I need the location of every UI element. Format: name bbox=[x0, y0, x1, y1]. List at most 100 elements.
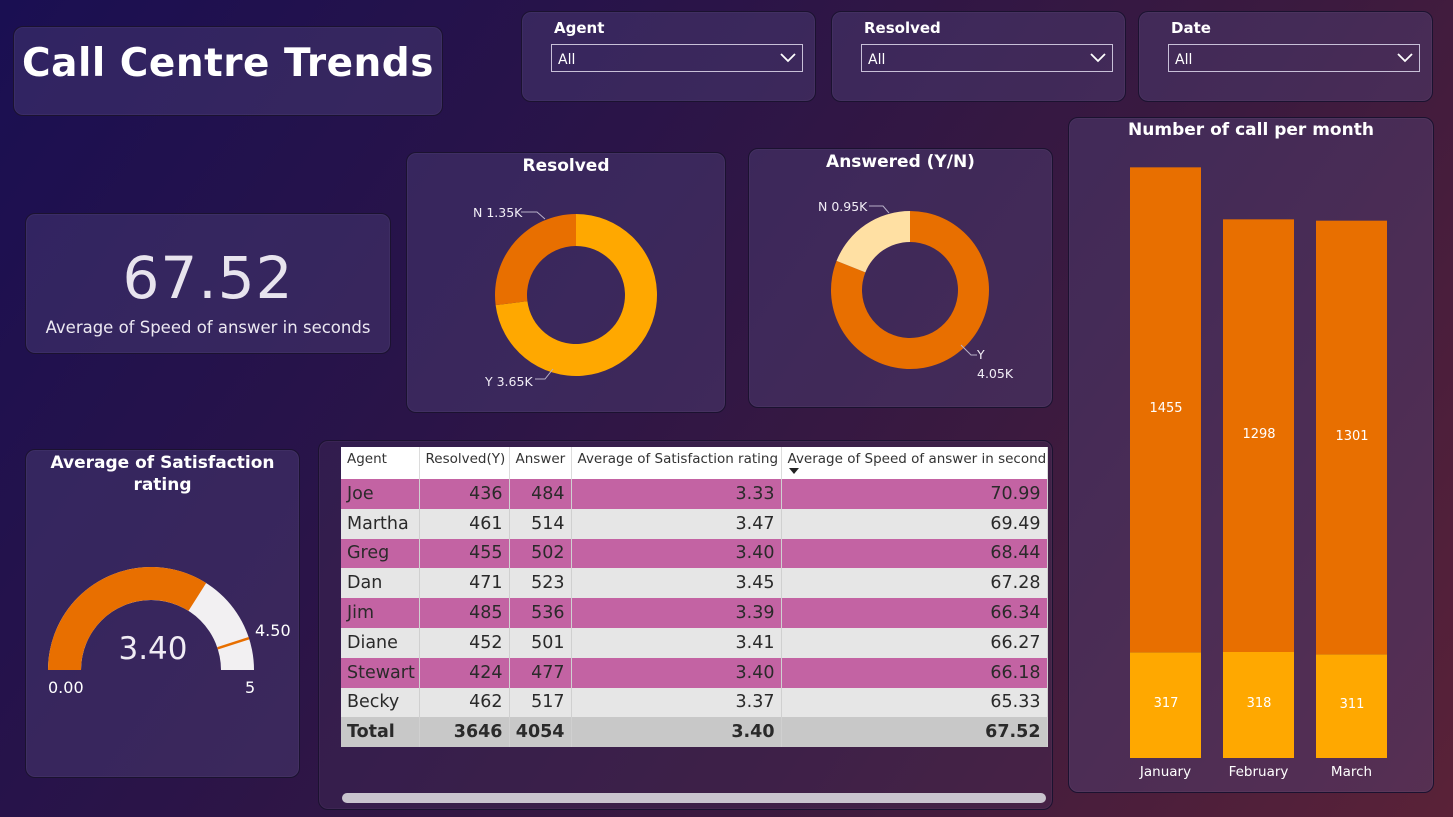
agent-slicer-label: Agent bbox=[554, 19, 605, 37]
cell-speed: 67.28 bbox=[781, 568, 1048, 599]
kpi-value: 67.52 bbox=[122, 244, 294, 312]
bar-data-label: 1298 bbox=[1242, 426, 1276, 442]
table-row[interactable]: Stewart 424 477 3.40 66.18 bbox=[341, 657, 1048, 688]
total-answer: 4054 bbox=[509, 717, 572, 748]
cell-resolved: 462 bbox=[419, 687, 510, 718]
leader-line bbox=[521, 211, 546, 220]
table-row[interactable]: Diane 452 501 3.41 66.27 bbox=[341, 627, 1048, 658]
cell-speed: 66.27 bbox=[781, 627, 1048, 658]
cell-agent: Becky bbox=[341, 687, 420, 718]
gauge-svg bbox=[48, 567, 254, 670]
bar-category-label: January bbox=[1139, 764, 1192, 780]
cell-satisfaction: 3.39 bbox=[571, 598, 782, 628]
cell-satisfaction: 3.33 bbox=[571, 479, 782, 509]
cell-speed: 66.34 bbox=[781, 598, 1048, 628]
answered-slice-n[interactable] bbox=[836, 211, 910, 273]
cell-resolved: 436 bbox=[419, 479, 510, 509]
cell-agent: Jim bbox=[341, 598, 420, 628]
title-card: Call Centre Trends bbox=[13, 26, 443, 116]
cell-answer: 517 bbox=[509, 687, 572, 718]
cell-satisfaction: 3.37 bbox=[571, 687, 782, 718]
table-row[interactable]: Jim 485 536 3.39 66.34 bbox=[341, 598, 1048, 628]
cell-satisfaction: 3.40 bbox=[571, 657, 782, 688]
agent-table: Agent Resolved(Y) Answer Average of Sati… bbox=[341, 447, 1048, 748]
col-header-speed-label: Average of Speed of answer in seconds bbox=[787, 451, 1047, 467]
bar-category-label: February bbox=[1228, 764, 1289, 780]
cell-resolved: 455 bbox=[419, 538, 510, 569]
table-header-row: Agent Resolved(Y) Answer Average of Sati… bbox=[341, 447, 1048, 479]
col-header-answer[interactable]: Answer bbox=[509, 447, 572, 479]
gauge-max: 5 bbox=[245, 678, 256, 697]
cell-satisfaction: 3.40 bbox=[571, 538, 782, 569]
cell-answer: 536 bbox=[509, 598, 572, 628]
cell-resolved: 452 bbox=[419, 627, 510, 658]
date-slicer: Date All bbox=[1138, 11, 1433, 102]
resolved-slice-n[interactable] bbox=[495, 213, 576, 306]
agent-dropdown-value: All bbox=[558, 52, 576, 68]
cell-satisfaction: 3.47 bbox=[571, 508, 782, 539]
chevron-down-icon bbox=[1397, 53, 1413, 63]
bar-chart-svg bbox=[1130, 167, 1387, 758]
resolved-donut-svg bbox=[495, 211, 657, 380]
cell-answer: 477 bbox=[509, 657, 572, 688]
cell-resolved: 461 bbox=[419, 508, 510, 539]
sort-desc-icon bbox=[788, 468, 799, 474]
cell-speed: 70.99 bbox=[781, 479, 1048, 509]
dashboard-title: Call Centre Trends bbox=[22, 41, 434, 86]
kpi-card: 67.52 Average of Speed of answer in seco… bbox=[25, 213, 391, 354]
gauge-min: 0.00 bbox=[48, 678, 84, 697]
gauge-target-label: 4.50 bbox=[255, 621, 291, 640]
cell-agent: Dan bbox=[341, 568, 420, 599]
cell-answer: 501 bbox=[509, 627, 572, 658]
col-header-satisfaction[interactable]: Average of Satisfaction rating bbox=[571, 447, 782, 479]
total-satisfaction: 3.40 bbox=[571, 717, 782, 748]
table-row[interactable]: Martha 461 514 3.47 69.49 bbox=[341, 508, 1048, 539]
resolved-donut-card: Resolved N 1.35K Y 3.65K bbox=[406, 152, 726, 413]
cell-agent: Stewart bbox=[341, 657, 420, 688]
cell-resolved: 424 bbox=[419, 657, 510, 688]
chevron-down-icon bbox=[780, 53, 796, 63]
cell-answer: 502 bbox=[509, 538, 572, 569]
table-row[interactable]: Becky 462 517 3.37 65.33 bbox=[341, 687, 1048, 718]
table-row[interactable]: Dan 471 523 3.45 67.28 bbox=[341, 568, 1048, 599]
date-dropdown[interactable]: All bbox=[1168, 44, 1420, 72]
cell-answer: 484 bbox=[509, 479, 572, 509]
col-header-resolved[interactable]: Resolved(Y) bbox=[419, 447, 510, 479]
cell-agent: Joe bbox=[341, 479, 420, 509]
col-header-speed[interactable]: Average of Speed of answer in seconds bbox=[781, 447, 1048, 479]
cell-speed: 69.49 bbox=[781, 508, 1048, 539]
cell-answer: 514 bbox=[509, 508, 572, 539]
cell-speed: 68.44 bbox=[781, 538, 1048, 569]
agent-dropdown[interactable]: All bbox=[551, 44, 803, 72]
cell-speed: 65.33 bbox=[781, 687, 1048, 718]
table-horizontal-scrollbar[interactable] bbox=[342, 793, 1046, 803]
cell-agent: Diane bbox=[341, 627, 420, 658]
resolved-slicer-label: Resolved bbox=[864, 19, 941, 37]
bar-data-label: 1301 bbox=[1335, 428, 1369, 444]
answered-donut-card: Answered (Y/N) N 0.95K Y 4.05K bbox=[748, 148, 1053, 408]
cell-agent: Greg bbox=[341, 538, 420, 569]
col-header-agent[interactable]: Agent bbox=[341, 447, 420, 479]
table-row[interactable]: Greg 455 502 3.40 68.44 bbox=[341, 538, 1048, 569]
resolved-label-y: Y 3.65K bbox=[485, 374, 533, 389]
bar-data-label: 311 bbox=[1339, 697, 1365, 713]
kpi-caption: Average of Speed of answer in seconds bbox=[45, 318, 371, 337]
cell-speed: 66.18 bbox=[781, 657, 1048, 688]
resolved-dropdown[interactable]: All bbox=[861, 44, 1113, 72]
resolved-label-n: N 1.35K bbox=[473, 205, 523, 220]
resolved-slicer: Resolved All bbox=[831, 11, 1126, 102]
total-resolved: 3646 bbox=[419, 717, 510, 748]
answered-label-n: N 0.95K bbox=[818, 199, 868, 214]
bar-data-label: 317 bbox=[1153, 696, 1179, 712]
bar-category-label: March bbox=[1330, 764, 1373, 780]
cell-resolved: 485 bbox=[419, 598, 510, 628]
gauge-card: Average of Satisfaction rating 3.40 0.00… bbox=[25, 449, 300, 778]
leader-line bbox=[869, 205, 890, 214]
bar-data-label: 318 bbox=[1246, 696, 1272, 711]
resolved-dropdown-value: All bbox=[868, 52, 886, 68]
cell-answer: 523 bbox=[509, 568, 572, 599]
gauge-value: 3.40 bbox=[118, 631, 188, 667]
date-dropdown-value: All bbox=[1175, 52, 1193, 68]
table-row[interactable]: Joe 436 484 3.33 70.99 bbox=[341, 479, 1048, 509]
answered-label-y: Y bbox=[977, 347, 985, 362]
